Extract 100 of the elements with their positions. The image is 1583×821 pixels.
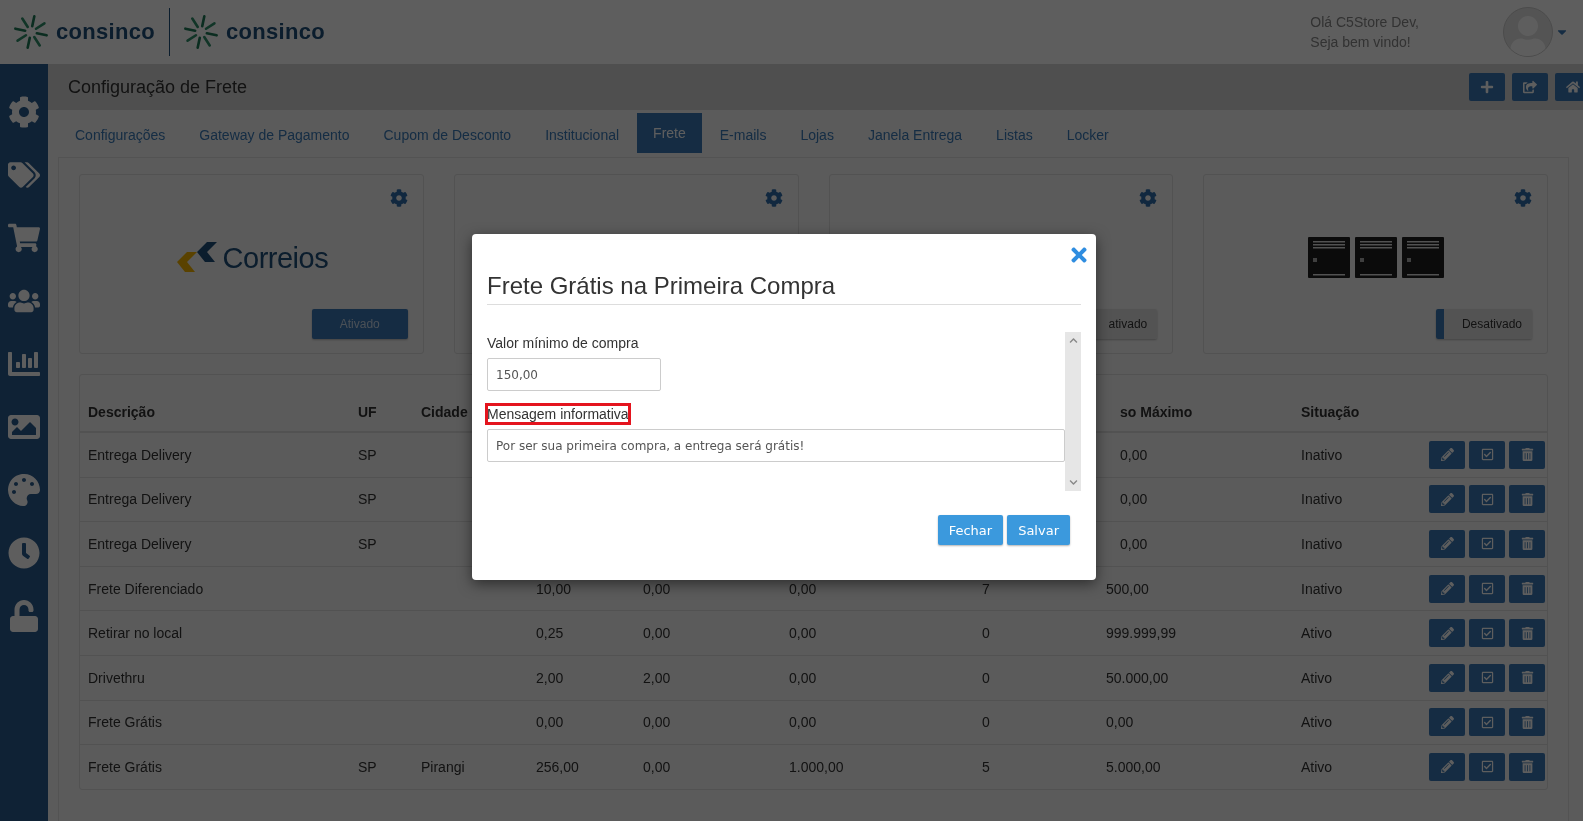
column-header: Situação	[1300, 404, 1361, 420]
table-cell-text: Inativo	[1300, 446, 1344, 463]
pencil-icon	[1440, 626, 1454, 640]
table-cell-text: 5.000,00	[1105, 758, 1162, 775]
edit-button[interactable]	[1429, 619, 1465, 648]
table-cell-text: 0,00	[1105, 714, 1135, 731]
tab[interactable]: Institucional	[529, 113, 636, 157]
share-icon	[1523, 80, 1537, 94]
input-field[interactable]: Por ser sua primeira compra, a entrega será grátis!	[487, 429, 1065, 462]
home-button[interactable]	[1555, 73, 1583, 101]
chevron-up-icon[interactable]	[1068, 336, 1078, 345]
edit-button[interactable]	[1429, 530, 1465, 558]
delete-button[interactable]	[1509, 752, 1545, 781]
trash-icon	[1520, 582, 1534, 596]
table-cell-text: Ativo	[1300, 714, 1334, 731]
chevron-down-icon[interactable]	[1068, 478, 1078, 487]
delete-button[interactable]	[1509, 708, 1545, 737]
trash-icon	[1520, 492, 1534, 506]
settings-icon[interactable]	[389, 189, 408, 207]
modal-title: Frete Grátis na Primeira Compra	[487, 272, 1081, 305]
checkbox-icon	[1480, 537, 1494, 551]
plus-icon	[1480, 80, 1494, 94]
pencil-icon	[1440, 760, 1454, 774]
table-cell-text: Inativo	[1300, 491, 1344, 508]
table-cell-text: 0	[981, 714, 991, 731]
delete-button[interactable]	[1509, 574, 1545, 603]
edit-button[interactable]	[1429, 485, 1465, 514]
delete-button[interactable]	[1509, 530, 1545, 558]
delete-button[interactable]	[1509, 440, 1545, 469]
checkbox-icon	[1480, 760, 1494, 774]
pencil-icon	[1440, 671, 1454, 685]
pencil-icon	[1440, 715, 1454, 729]
field-label: Mensagem informativa	[487, 405, 629, 423]
dialog-button[interactable]: Salvar	[1007, 515, 1070, 545]
tab[interactable]: Locker	[1050, 113, 1125, 157]
table-cell-text: 0	[981, 669, 991, 686]
edit-button[interactable]	[1429, 574, 1465, 603]
trash-icon	[1520, 715, 1534, 729]
tab[interactable]: Frete	[637, 113, 702, 153]
table-cell-text: Inativo	[1300, 580, 1344, 597]
check-button[interactable]	[1469, 619, 1505, 648]
check-button[interactable]	[1469, 530, 1505, 558]
table-cell-text: 10,00	[535, 580, 573, 597]
table-cell-text: 0	[981, 625, 991, 642]
dialog-button[interactable]: Fechar	[937, 515, 1004, 545]
edit-button[interactable]	[1429, 708, 1465, 737]
check-button[interactable]	[1469, 752, 1505, 781]
checkbox-icon	[1480, 626, 1494, 640]
table-cell-text: 0,00	[642, 625, 672, 642]
settings-icon[interactable]	[1139, 189, 1158, 207]
home-icon	[1566, 80, 1580, 94]
delete-button[interactable]	[1509, 619, 1545, 648]
trash-icon	[1520, 626, 1534, 640]
table-cell-text: Retirar no local	[87, 625, 184, 642]
edit-button[interactable]	[1429, 440, 1465, 469]
tab[interactable]: Lojas	[784, 113, 850, 157]
edit-button[interactable]	[1429, 663, 1465, 692]
table-cell-text: 0,00	[788, 669, 818, 686]
check-button[interactable]	[1469, 663, 1505, 692]
table-cell-text: Entrega Delivery	[87, 446, 193, 463]
tab[interactable]: E-mails	[703, 113, 783, 157]
edit-button[interactable]	[1429, 752, 1465, 781]
pencil-icon	[1440, 537, 1454, 551]
table-cell-text: 50.000,00	[1105, 669, 1170, 686]
table-cell-text: 0,00	[1119, 491, 1149, 508]
table-cell-text: 5	[981, 758, 991, 775]
share-button[interactable]	[1512, 73, 1548, 101]
table-cell-text: 0,00	[788, 625, 818, 642]
table-cell-text: Ativo	[1300, 669, 1334, 686]
tab[interactable]: Cupom de Desconto	[367, 113, 528, 157]
tab[interactable]: Janela Entrega	[851, 113, 979, 157]
star-burst-logo-icon	[184, 15, 218, 49]
check-button[interactable]	[1469, 485, 1505, 514]
table-cell-text: 0,00	[642, 758, 672, 775]
add-button[interactable]	[1469, 73, 1505, 101]
check-button[interactable]	[1469, 708, 1505, 737]
check-button[interactable]	[1469, 574, 1505, 603]
table-cell-text: Ativo	[1300, 758, 1334, 775]
delete-button[interactable]	[1509, 485, 1545, 514]
tab[interactable]: Configurações	[59, 113, 182, 157]
close-button[interactable]	[1068, 244, 1090, 266]
table-cell-text: 0,00	[788, 714, 818, 731]
table-cell-text: Entrega Delivery	[87, 491, 193, 508]
table-cell-text: SP	[357, 446, 378, 463]
check-button[interactable]	[1469, 440, 1505, 469]
table-cell-text: Inativo	[1300, 536, 1344, 552]
table-cell-text: Frete Diferenciado	[87, 580, 205, 597]
tab[interactable]: Gateway de Pagamento	[183, 113, 366, 157]
trash-icon	[1520, 537, 1534, 551]
column-header: UF	[357, 404, 378, 420]
tab[interactable]: Listas	[980, 113, 1049, 157]
table-cell-text: SP	[357, 491, 378, 508]
delete-button[interactable]	[1509, 663, 1545, 692]
input-field[interactable]: 150,00	[487, 358, 661, 391]
table-cell-text: 0,00	[535, 714, 565, 731]
table-cell-text: Frete Grátis	[87, 714, 163, 731]
table-cell-text: 0,00	[788, 580, 818, 597]
status-toggle-button[interactable]: Desativado	[1436, 309, 1532, 339]
settings-icon[interactable]	[1514, 189, 1532, 207]
settings-icon[interactable]	[764, 189, 783, 207]
